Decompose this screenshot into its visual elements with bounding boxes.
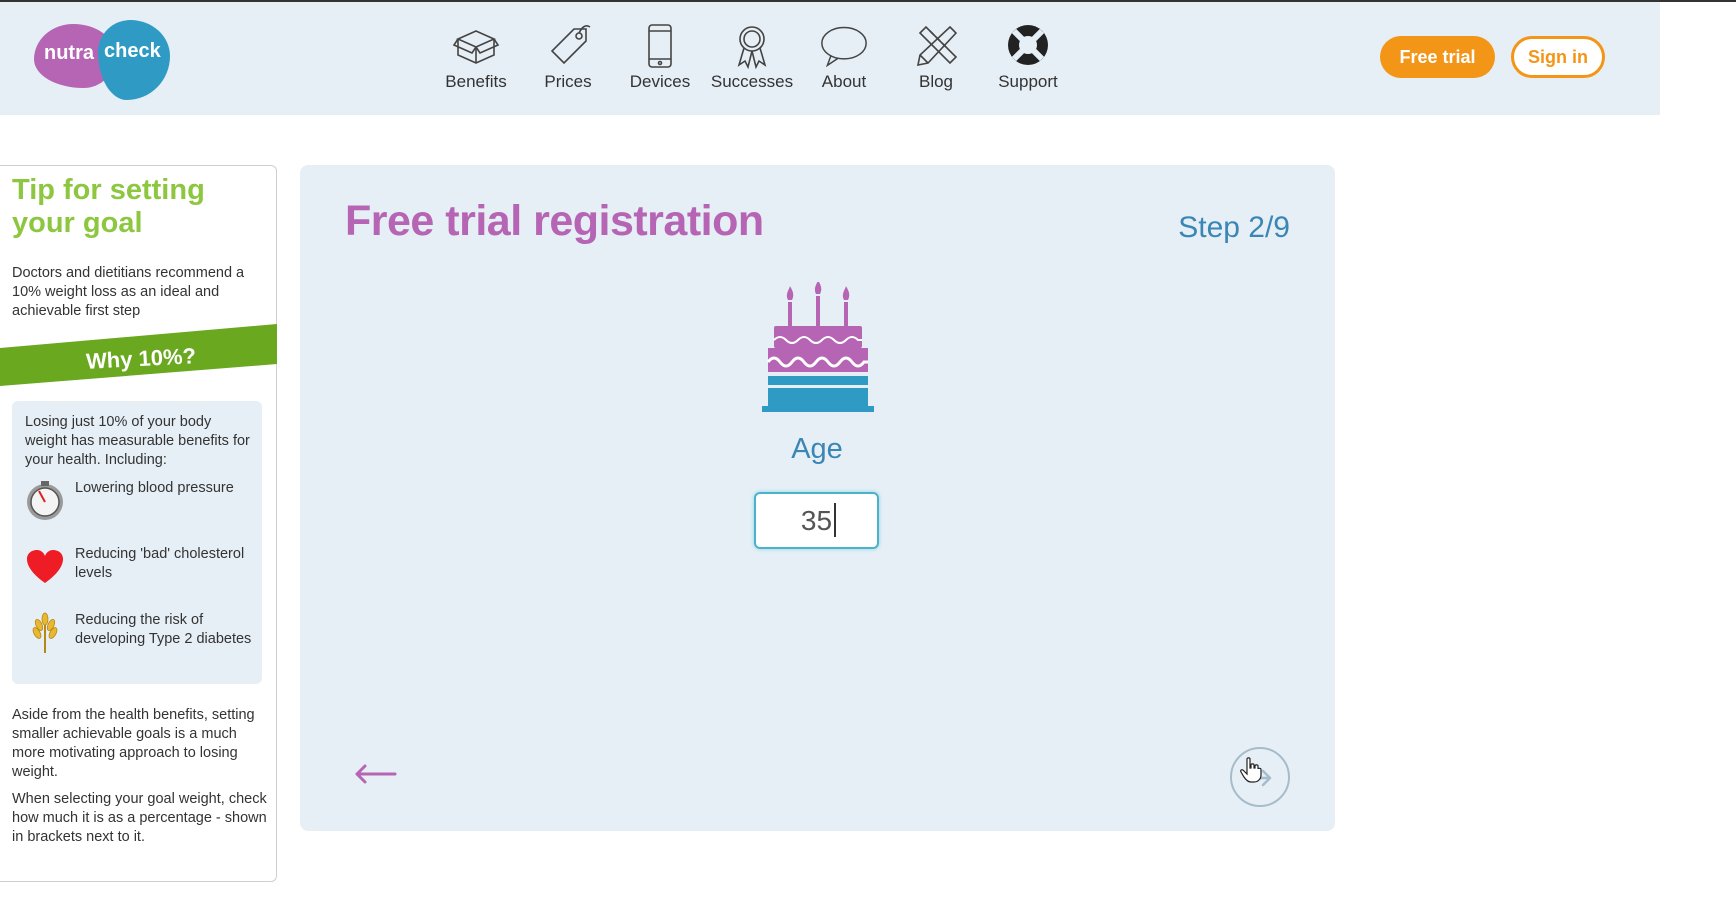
nav-label-about: About	[821, 72, 867, 91]
tip-text: Doctors and dietitians recommend a 10% w…	[12, 265, 245, 319]
nav-item-blog[interactable]: Blog	[890, 22, 982, 102]
logo-text-check: check	[104, 40, 161, 62]
text-caret	[834, 503, 836, 537]
benefit-label: Reducing the risk of developing Type 2 d…	[75, 612, 252, 647]
nav-label-benefits: Benefits	[445, 72, 507, 91]
nav-item-benefits[interactable]: Benefits	[430, 22, 522, 102]
nav-label-successes: Successes	[710, 72, 794, 91]
benefits-box: Losing just 10% of your body weight has …	[12, 401, 262, 684]
logo-text-nutra: nutra	[44, 42, 94, 64]
main-nav: Benefits Prices Devices Successes About …	[430, 22, 1074, 102]
sign-in-button[interactable]: Sign in	[1511, 36, 1605, 78]
tip-title: Tip for setting your goal	[12, 174, 205, 239]
nav-label-prices: Prices	[544, 72, 592, 91]
site-header: nutra check Benefits Prices Devices Succ…	[0, 2, 1660, 115]
benefits-intro: Losing just 10% of your body weight has …	[25, 414, 250, 468]
nav-label-support: Support	[998, 72, 1058, 91]
pressure-gauge-icon	[25, 479, 65, 523]
back-arrow-icon[interactable]	[353, 759, 397, 789]
nav-label-blog: Blog	[918, 72, 954, 91]
wheat-icon	[25, 611, 65, 655]
nutracheck-logo[interactable]: nutra check	[34, 20, 170, 100]
nav-label-devices: Devices	[629, 72, 691, 91]
age-label: Age	[791, 433, 843, 465]
benefit-item: Lowering blood pressure	[25, 479, 255, 539]
nav-item-successes[interactable]: Successes	[706, 22, 798, 102]
heart-icon	[25, 545, 65, 589]
price-tag-icon	[544, 22, 592, 70]
free-trial-button[interactable]: Free trial	[1380, 36, 1495, 78]
phone-icon	[636, 22, 684, 70]
benefit-item: Reducing the risk of developing Type 2 d…	[25, 611, 255, 671]
award-ribbon-icon	[728, 22, 776, 70]
nav-item-support[interactable]: Support	[982, 22, 1074, 102]
hand-pointer-cursor-icon	[1240, 757, 1262, 783]
goal-tip-sidebar: Tip for setting your goal Doctors and di…	[0, 165, 277, 882]
benefit-label: Reducing 'bad' cholesterol levels	[75, 546, 245, 581]
lifebuoy-icon	[1004, 22, 1052, 70]
aside-text-percentage: When selecting your goal weight, check h…	[12, 791, 267, 845]
aside-text-motivation: Aside from the health benefits, setting …	[12, 707, 255, 780]
pencil-ruler-icon	[912, 22, 960, 70]
registration-panel: Free trial registration Step 2/9 Age	[300, 165, 1335, 831]
benefit-label: Lowering blood pressure	[75, 480, 234, 496]
speech-bubble-icon	[820, 22, 868, 70]
box-icon	[452, 22, 500, 70]
nav-item-about[interactable]: About	[798, 22, 890, 102]
benefit-item: Reducing 'bad' cholesterol levels	[25, 545, 255, 605]
nav-item-devices[interactable]: Devices	[614, 22, 706, 102]
birthday-cake-icon	[762, 282, 874, 412]
page-title: Free trial registration	[345, 197, 764, 245]
age-input[interactable]	[754, 492, 879, 549]
step-indicator: Step 2/9	[1178, 211, 1290, 244]
nav-item-prices[interactable]: Prices	[522, 22, 614, 102]
